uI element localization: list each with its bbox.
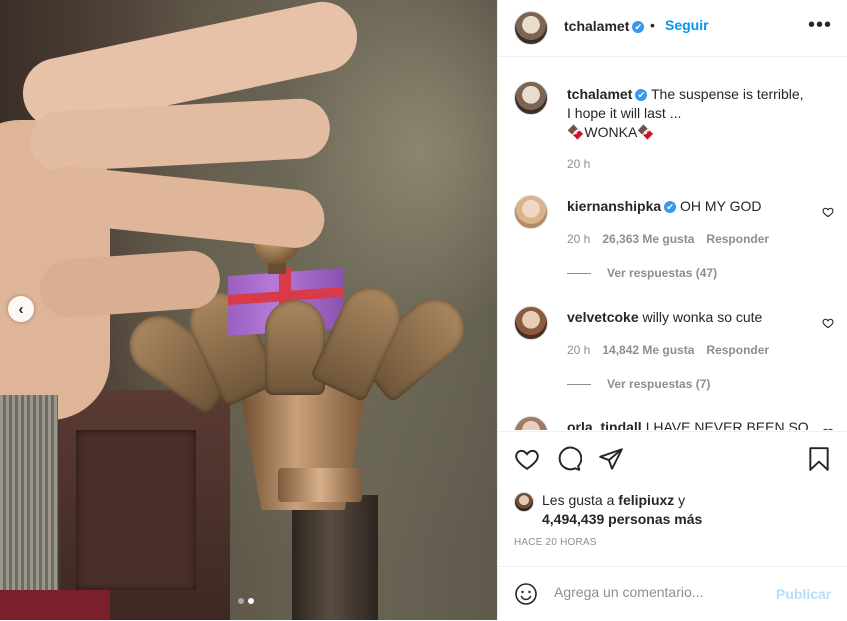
heart-icon[interactable] bbox=[822, 427, 834, 430]
bookmark-icon[interactable] bbox=[806, 446, 832, 472]
cane-petal bbox=[265, 300, 325, 395]
comment-username[interactable]: kiernanshipka bbox=[567, 198, 661, 214]
caption-username[interactable]: tchalamet bbox=[567, 86, 632, 102]
comment-text: willy wonka so cute bbox=[642, 309, 763, 325]
carousel-dot-active bbox=[248, 598, 254, 604]
more-options-icon[interactable]: ••• bbox=[808, 14, 832, 37]
comment-icon[interactable] bbox=[556, 446, 582, 472]
reply-button[interactable]: Responder bbox=[706, 232, 769, 246]
caption-text-line: The suspense is terrible, bbox=[651, 86, 804, 102]
post-image[interactable]: ‹ bbox=[0, 0, 497, 620]
background-door-panel bbox=[76, 430, 196, 590]
header-username[interactable]: tchalamet bbox=[564, 18, 629, 34]
avatar[interactable] bbox=[514, 306, 548, 340]
avatar[interactable] bbox=[514, 492, 534, 512]
comment-likes[interactable]: 14,842 Me gusta bbox=[602, 343, 694, 357]
verified-badge-icon: ✔ bbox=[664, 201, 677, 214]
comment-item: kiernanshipka ✔ OH MY GOD 20 h 26,363 Me … bbox=[514, 195, 834, 295]
comment-item: velvetcoke willy wonka so cute 20 h 14,8… bbox=[514, 306, 834, 406]
replies-divider bbox=[567, 383, 591, 385]
comment-item: orla_tindall I HAVE NEVER BEEN SO bbox=[514, 416, 834, 430]
caption-time[interactable]: 20 h bbox=[567, 157, 590, 171]
comment-text: I HAVE NEVER BEEN SO bbox=[645, 419, 809, 430]
separator-dot: • bbox=[650, 17, 655, 33]
avatar[interactable] bbox=[514, 416, 548, 430]
carousel-dot bbox=[238, 598, 244, 604]
carousel-indicator bbox=[238, 598, 254, 604]
comment-username[interactable]: orla_tindall bbox=[567, 419, 642, 430]
caption: tchalamet ✔ The suspense is terrible, I h… bbox=[514, 81, 834, 181]
carousel-prev-button[interactable]: ‹ bbox=[8, 296, 34, 322]
sleeve bbox=[0, 395, 58, 620]
heart-icon[interactable] bbox=[822, 206, 834, 218]
verified-badge-icon: ✔ bbox=[632, 21, 645, 34]
post-sidebar: tchalamet ✔ • Seguir ••• tchalamet ✔ The s… bbox=[497, 0, 847, 620]
action-bar bbox=[498, 431, 847, 492]
likes-suffix: y bbox=[674, 492, 686, 508]
follow-button[interactable]: Seguir bbox=[665, 17, 709, 33]
comment-time[interactable]: 20 h bbox=[567, 232, 590, 246]
avatar[interactable] bbox=[514, 11, 548, 45]
avatar[interactable] bbox=[514, 195, 548, 229]
publish-button[interactable]: Publicar bbox=[776, 586, 831, 602]
caption-text-line: I hope it will last ... bbox=[567, 105, 682, 121]
post-timestamp[interactable]: HACE 20 HORAS bbox=[514, 537, 597, 548]
caption-text-line: 🍫WONKA🍫 bbox=[567, 124, 655, 140]
avatar[interactable] bbox=[514, 81, 548, 115]
heart-icon[interactable] bbox=[822, 317, 834, 329]
comment-time[interactable]: 20 h bbox=[567, 343, 590, 357]
likes-count-button[interactable]: 4,494,439 personas más bbox=[542, 511, 702, 527]
sleeve-red bbox=[0, 590, 110, 620]
comment-username[interactable]: velvetcoke bbox=[567, 309, 639, 325]
chevron-left-icon: ‹ bbox=[18, 300, 24, 318]
comment-text: OH MY GOD bbox=[680, 198, 762, 214]
emoji-icon[interactable] bbox=[514, 582, 538, 606]
comment-input[interactable] bbox=[554, 584, 754, 600]
cane-shaft bbox=[292, 495, 378, 620]
view-replies-button[interactable]: Ver respuestas (7) bbox=[567, 377, 710, 391]
comment-likes[interactable]: 26,363 Me gusta bbox=[602, 232, 694, 246]
view-replies-label: Ver respuestas (47) bbox=[607, 266, 718, 280]
liker-username[interactable]: felipiuxz bbox=[618, 492, 674, 508]
reply-button[interactable]: Responder bbox=[706, 343, 769, 357]
likes-prefix: Les gusta a bbox=[542, 492, 619, 508]
heart-icon[interactable] bbox=[514, 446, 540, 472]
verified-badge-icon: ✔ bbox=[635, 89, 648, 102]
send-icon[interactable] bbox=[598, 446, 624, 472]
comments-list[interactable]: tchalamet ✔ The suspense is terrible, I h… bbox=[498, 57, 847, 430]
replies-divider bbox=[567, 272, 591, 274]
comment-form: Publicar bbox=[498, 566, 847, 621]
view-replies-label: Ver respuestas (7) bbox=[607, 377, 711, 391]
cane-collar-band bbox=[278, 468, 362, 502]
post-header: tchalamet ✔ • Seguir ••• bbox=[498, 0, 847, 57]
view-replies-button[interactable]: Ver respuestas (47) bbox=[567, 266, 717, 280]
